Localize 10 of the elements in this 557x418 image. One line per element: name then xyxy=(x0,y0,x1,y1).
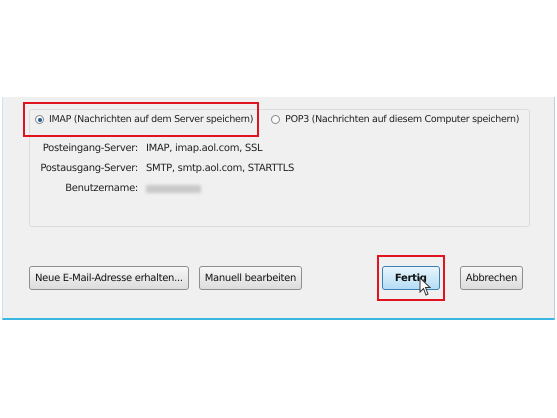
setting-label: Posteingang-Server: xyxy=(42,143,138,154)
setting-value: SMTP, smtp.aol.com, STARTTLS xyxy=(146,163,296,174)
dialog-button[interactable]: Abbrechen xyxy=(460,266,523,290)
dialog-button[interactable]: Manuell bearbeiten xyxy=(198,266,302,290)
dialog-button[interactable]: Neue E-Mail-Adresse erhalten... xyxy=(29,266,189,290)
protocol-radio[interactable]: POP3 (Nachrichten auf diesem Computer speichern) xyxy=(259,102,526,137)
setting-label: Postausgang-Server: xyxy=(39,163,138,174)
protocol-radio[interactable]: IMAP (Nachrichten auf dem Server speichern) xyxy=(23,102,260,137)
setting-label: Benutzername: xyxy=(64,183,138,194)
setting-value: IMAP, imap.aol.com, SSL xyxy=(146,143,264,154)
